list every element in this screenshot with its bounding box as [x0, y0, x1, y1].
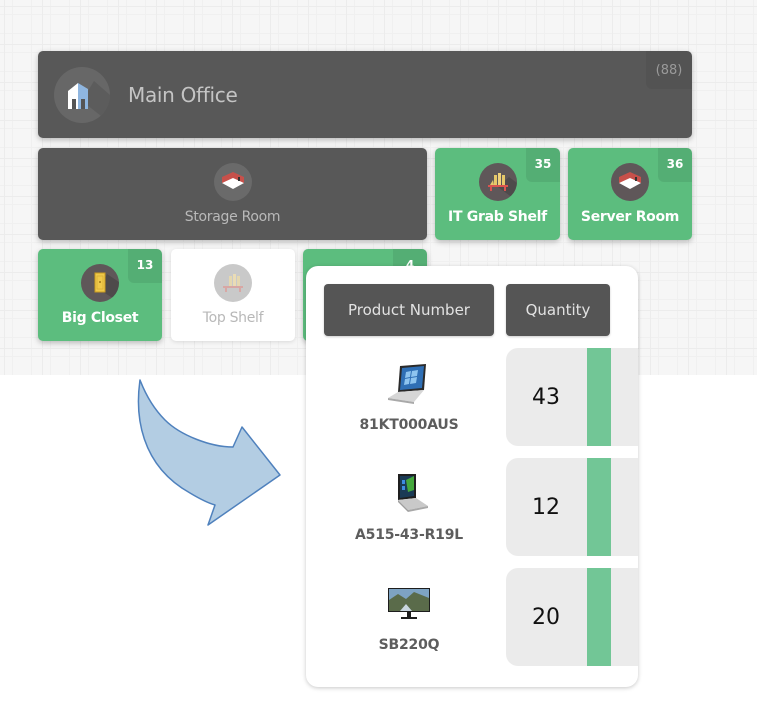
product-cell: A515-43-R19L: [324, 458, 494, 556]
monitor-icon: [384, 581, 434, 627]
location-label: IT Grab Shelf: [448, 209, 547, 225]
product-number: A515-43-R19L: [355, 527, 463, 543]
column-header-product-number[interactable]: Product Number: [324, 284, 494, 336]
door-icon: [81, 264, 119, 302]
location-label: Storage Room: [184, 209, 281, 225]
product-number: SB220Q: [378, 637, 440, 653]
laptop-icon: [384, 361, 434, 407]
product-row[interactable]: A515-43-R19L 12: [306, 458, 638, 556]
product-cell: 81KT000AUS: [324, 348, 494, 446]
quantity-cell: 12: [506, 458, 638, 556]
product-row[interactable]: 81KT000AUS 43: [306, 348, 638, 446]
item-count-badge: (88): [646, 51, 692, 89]
location-tile-big-closet[interactable]: 13 Big Closet: [38, 249, 162, 341]
location-label: Big Closet: [61, 310, 139, 326]
location-tile-main-office[interactable]: Main Office (88): [38, 51, 692, 138]
item-count-badge: 13: [128, 249, 162, 283]
quantity-indicator-bar: [587, 348, 611, 446]
item-count-badge: 35: [526, 148, 560, 182]
quantity-indicator-bar: [587, 568, 611, 666]
location-tile-top-shelf[interactable]: Top Shelf: [171, 249, 295, 341]
location-tile-storage-room[interactable]: Storage Room: [38, 148, 427, 240]
room-icon: [213, 163, 252, 201]
product-cell: SB220Q: [324, 568, 494, 666]
location-label: Server Room: [580, 209, 680, 225]
product-row[interactable]: SB220Q 20: [306, 568, 638, 666]
quantity-value: 20: [532, 604, 560, 630]
shelf-icon: [478, 163, 517, 201]
location-label: Main Office: [128, 82, 238, 107]
shelf-icon: [214, 264, 252, 302]
product-number: 81KT000AUS: [359, 417, 459, 433]
item-count-badge: 36: [658, 148, 692, 182]
quantity-cell: 20: [506, 568, 638, 666]
room-icon: [611, 163, 649, 201]
building-icon: [54, 66, 110, 123]
quantity-cell: 43: [506, 348, 638, 446]
product-panel: Product Number Quantity 81KT000AUS 43 A5…: [306, 266, 638, 687]
quantity-indicator-bar: [587, 458, 611, 556]
location-tile-it-grab-shelf[interactable]: 35 IT Grab Shelf: [435, 148, 560, 240]
quantity-value: 12: [532, 494, 560, 520]
location-label: Top Shelf: [202, 310, 264, 326]
quantity-value: 43: [532, 384, 560, 410]
laptop-icon: [384, 471, 434, 517]
location-tile-server-room[interactable]: 36 Server Room: [568, 148, 692, 240]
curved-arrow-icon: [137, 379, 281, 526]
column-header-quantity[interactable]: Quantity: [506, 284, 610, 336]
